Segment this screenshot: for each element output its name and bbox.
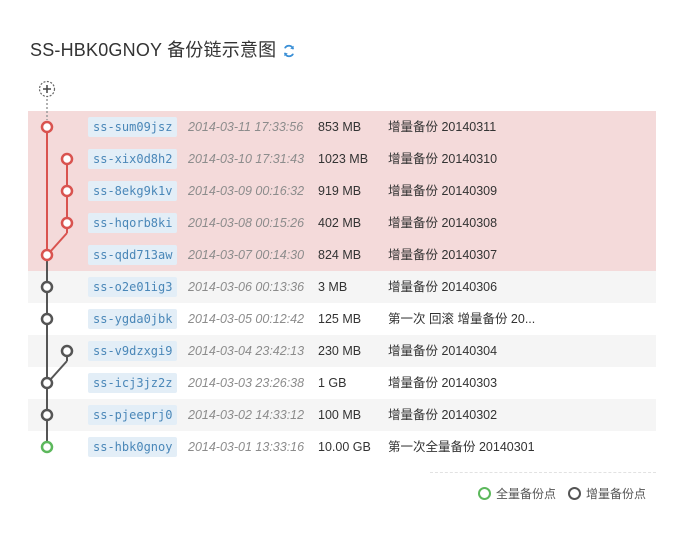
- snapshot-size: 1023 MB: [318, 152, 369, 166]
- snapshot-row[interactable]: ss-v9dzxgi9 2014-03-04 23:42:13 230 MB 增…: [28, 335, 656, 367]
- snapshot-id-tag[interactable]: ss-icj3jz2z: [88, 373, 178, 393]
- snapshot-description: 增量备份 20140306: [388, 280, 498, 294]
- snapshot-time: 2014-03-11 17:33:56: [188, 120, 304, 134]
- snapshot-time: 2014-03-02 14:33:12: [188, 408, 305, 422]
- backup-chain-page: SS-HBK0GNOY 备份链示意图 ss-sum09jsz 2014-03-1…: [0, 0, 684, 546]
- snapshot-time: 2014-03-06 00:13:36: [188, 280, 305, 294]
- snapshot-id-tag[interactable]: ss-hqorb8ki: [88, 213, 178, 233]
- snapshot-size: 853 MB: [318, 120, 362, 134]
- snapshot-id-tag[interactable]: ss-ygda0jbk: [88, 309, 178, 329]
- legend-incremental: 增量备份点: [567, 485, 646, 502]
- snapshot-row[interactable]: ss-qdd713aw 2014-03-07 00:14:30 824 MB 增…: [28, 239, 656, 271]
- snapshot-description: 增量备份 20140304: [388, 344, 498, 358]
- snapshot-row[interactable]: ss-icj3jz2z 2014-03-03 23:26:38 1 GB 增量备…: [28, 367, 656, 399]
- snapshot-description: 增量备份 20140310: [388, 152, 498, 166]
- snapshot-time: 2014-03-04 23:42:13: [188, 344, 305, 358]
- snapshot-description: 增量备份 20140302: [388, 408, 498, 422]
- snapshot-time: 2014-03-10 17:31:43: [188, 152, 305, 166]
- snapshot-time: 2014-03-01 13:33:16: [188, 440, 305, 454]
- snapshot-description: 增量备份 20140303: [388, 376, 498, 390]
- snapshot-time: 2014-03-09 00:16:32: [188, 184, 305, 198]
- snapshot-time: 2014-03-08 00:15:26: [188, 216, 305, 230]
- page-title: SS-HBK0GNOY 备份链示意图: [30, 40, 277, 60]
- snapshot-row[interactable]: ss-ygda0jbk 2014-03-05 00:12:42 125 MB 第…: [28, 303, 656, 335]
- snapshot-time: 2014-03-03 23:26:38: [188, 376, 305, 390]
- legend-full-label: 全量备份点: [495, 487, 556, 501]
- legend-incremental-label: 增量备份点: [585, 487, 646, 501]
- legend-divider: [430, 472, 656, 473]
- snapshot-description: 第一次全量备份 20140301: [388, 440, 535, 454]
- full-backup-dot-icon: [477, 487, 491, 500]
- snapshot-row[interactable]: ss-hqorb8ki 2014-03-08 00:15:26 402 MB 增…: [28, 207, 656, 239]
- snapshot-id-tag[interactable]: ss-xix0d8h2: [88, 149, 178, 169]
- snapshot-description: 第一次 回滚 增量备份 20...: [388, 312, 536, 326]
- snapshot-time: 2014-03-05 00:12:42: [188, 312, 305, 326]
- refresh-icon[interactable]: [282, 44, 296, 58]
- snapshot-size: 824 MB: [318, 248, 362, 262]
- snapshot-row[interactable]: ss-xix0d8h2 2014-03-10 17:31:43 1023 MB …: [28, 143, 656, 175]
- snapshot-id-tag[interactable]: ss-qdd713aw: [88, 245, 178, 265]
- snapshot-id-tag[interactable]: ss-hbk0gnoy: [88, 437, 178, 457]
- snapshot-size: 3 MB: [318, 280, 348, 294]
- snapshot-description: 增量备份 20140311: [388, 120, 497, 134]
- header: SS-HBK0GNOY 备份链示意图: [30, 36, 296, 62]
- snapshot-list: ss-sum09jsz 2014-03-11 17:33:56 853 MB 增…: [28, 111, 656, 463]
- snapshot-description: 增量备份 20140309: [388, 184, 498, 198]
- snapshot-size: 919 MB: [318, 184, 362, 198]
- snapshot-description: 增量备份 20140307: [388, 248, 498, 262]
- snapshot-id-tag[interactable]: ss-v9dzxgi9: [88, 341, 178, 361]
- snapshot-row[interactable]: ss-pjeeprj0 2014-03-02 14:33:12 100 MB 增…: [28, 399, 656, 431]
- snapshot-size: 10.00 GB: [318, 440, 371, 454]
- snapshot-description: 增量备份 20140308: [388, 216, 498, 230]
- snapshot-time: 2014-03-07 00:14:30: [188, 248, 305, 262]
- incremental-backup-dot-icon: [567, 487, 581, 500]
- snapshot-size: 100 MB: [318, 408, 362, 422]
- legend-full: 全量备份点: [477, 485, 556, 502]
- snapshot-row[interactable]: ss-hbk0gnoy 2014-03-01 13:33:16 10.00 GB…: [28, 431, 656, 463]
- snapshot-size: 125 MB: [318, 312, 362, 326]
- snapshot-id-tag[interactable]: ss-sum09jsz: [88, 117, 178, 137]
- legend: 全量备份点 增量备份点: [466, 485, 646, 502]
- snapshot-row[interactable]: ss-sum09jsz 2014-03-11 17:33:56 853 MB 增…: [28, 111, 656, 143]
- snapshot-row[interactable]: ss-o2e01ig3 2014-03-06 00:13:36 3 MB 增量备…: [28, 271, 656, 303]
- snapshot-id-tag[interactable]: ss-8ekg9k1v: [88, 181, 178, 201]
- snapshot-id-tag[interactable]: ss-pjeeprj0: [88, 405, 178, 425]
- snapshot-size: 402 MB: [318, 216, 362, 230]
- snapshot-id-tag[interactable]: ss-o2e01ig3: [88, 277, 178, 297]
- add-snapshot-node-icon[interactable]: [38, 80, 56, 98]
- snapshot-size: 1 GB: [318, 376, 347, 390]
- snapshot-size: 230 MB: [318, 344, 362, 358]
- snapshot-row[interactable]: ss-8ekg9k1v 2014-03-09 00:16:32 919 MB 增…: [28, 175, 656, 207]
